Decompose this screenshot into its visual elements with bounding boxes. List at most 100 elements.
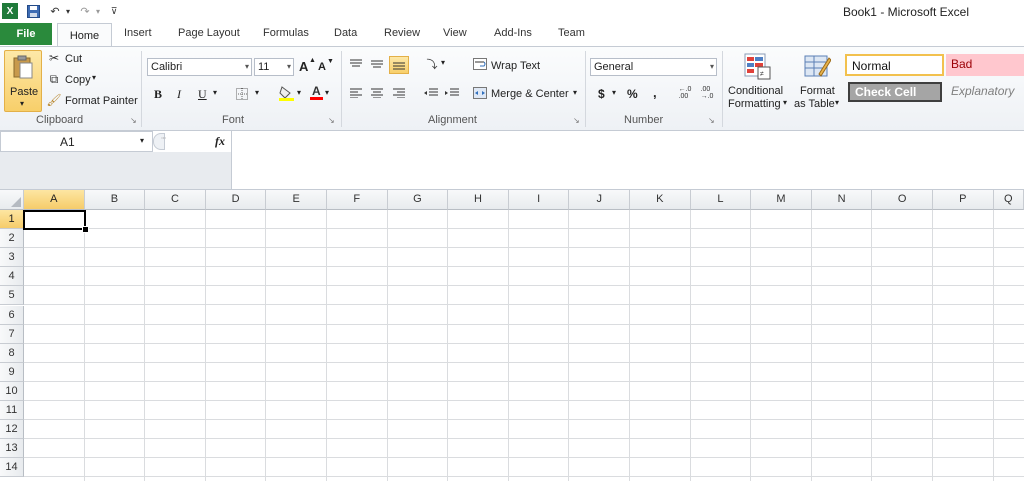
merge-dropdown-icon[interactable]: ▾ xyxy=(573,88,577,97)
copy-button[interactable]: Copy xyxy=(65,74,91,86)
top-align-icon[interactable] xyxy=(348,57,364,71)
percent-button[interactable]: % xyxy=(627,87,638,101)
conditional-formatting-label-2[interactable]: Formatting xyxy=(728,98,781,110)
format-as-table-dropdown-icon[interactable]: ▾ xyxy=(835,98,839,107)
table-row[interactable] xyxy=(24,439,1024,459)
column-header-l[interactable]: L xyxy=(690,190,752,210)
redo-dropdown-icon[interactable]: ▾ xyxy=(93,3,103,19)
row-header-1[interactable]: 1 xyxy=(0,210,24,230)
format-as-table-label-1[interactable]: Format xyxy=(800,85,835,97)
table-row[interactable] xyxy=(24,458,1024,478)
wrap-text-button[interactable]: Wrap Text xyxy=(491,60,540,72)
align-right-icon[interactable] xyxy=(391,86,407,100)
row-header-11[interactable]: 11 xyxy=(0,401,24,421)
table-row[interactable] xyxy=(24,229,1024,249)
table-row[interactable] xyxy=(24,401,1024,421)
conditional-formatting-label-1[interactable]: Conditional xyxy=(728,85,783,97)
column-header-n[interactable]: N xyxy=(811,190,873,210)
column-header-b[interactable]: B xyxy=(84,190,146,210)
table-row[interactable] xyxy=(24,267,1024,287)
font-name-select[interactable]: Calibri ▾ xyxy=(147,58,252,76)
fill-handle[interactable] xyxy=(82,226,89,233)
column-header-o[interactable]: O xyxy=(872,190,933,210)
row-header-4[interactable]: 4 xyxy=(0,267,24,287)
comma-button[interactable]: , xyxy=(653,85,657,100)
row-header-8[interactable]: 8 xyxy=(0,343,24,363)
formula-input[interactable] xyxy=(231,131,1024,189)
name-box[interactable]: A1 ▾ xyxy=(0,131,153,152)
column-header-f[interactable]: F xyxy=(327,190,388,210)
currency-button[interactable]: $ xyxy=(598,87,605,101)
underline-dropdown-icon[interactable]: ▾ xyxy=(213,88,217,97)
style-normal[interactable]: Normal xyxy=(845,54,944,76)
copy-dropdown-icon[interactable]: ▾ xyxy=(92,73,96,82)
table-row[interactable] xyxy=(24,363,1024,382)
tab-formulas[interactable]: Formulas xyxy=(263,27,309,39)
column-header-g[interactable]: G xyxy=(387,190,449,210)
align-center-icon[interactable] xyxy=(369,86,385,100)
tab-page-layout[interactable]: Page Layout xyxy=(178,27,240,39)
tab-add-ins[interactable]: Add-Ins xyxy=(494,27,532,39)
number-format-select[interactable]: General ▾ xyxy=(590,58,717,76)
row-header-10[interactable]: 10 xyxy=(0,381,24,401)
style-check-cell[interactable]: Check Cell xyxy=(848,82,942,102)
borders-dropdown-icon[interactable]: ▾ xyxy=(255,88,259,97)
column-header-e[interactable]: E xyxy=(266,190,327,210)
column-header-i[interactable]: I xyxy=(508,190,570,210)
tab-data[interactable]: Data xyxy=(334,27,357,39)
increase-indent-icon[interactable] xyxy=(444,86,460,100)
column-header-m[interactable]: M xyxy=(751,190,812,210)
font-size-select[interactable]: 11 ▾ xyxy=(254,58,294,76)
fill-color-dropdown-icon[interactable]: ▾ xyxy=(297,88,301,97)
row-header-6[interactable]: 6 xyxy=(0,305,24,325)
increase-decimal-icon[interactable]: ←.0.00 xyxy=(676,84,694,102)
undo-icon[interactable]: ↶ xyxy=(48,3,62,19)
worksheet-grid[interactable]: ABCDEFGHIJKLMNOPQ 1 2 3 4 5 6 7 8 9 10 11 12 13 14 xyxy=(0,190,1024,481)
row-header-3[interactable]: 3 xyxy=(0,248,24,268)
orientation-dropdown-icon[interactable]: ▾ xyxy=(441,58,445,67)
table-row[interactable] xyxy=(24,382,1024,401)
table-row[interactable] xyxy=(24,325,1024,344)
column-header-h[interactable]: H xyxy=(448,190,509,210)
table-row[interactable] xyxy=(24,306,1024,325)
fill-color-icon[interactable] xyxy=(278,85,294,101)
style-bad[interactable]: Bad xyxy=(946,54,1024,76)
orientation-icon[interactable]: ⤵ xyxy=(423,57,441,71)
font-launcher-icon[interactable]: ↘ xyxy=(328,117,336,125)
save-icon[interactable] xyxy=(26,3,40,19)
table-row[interactable] xyxy=(24,344,1024,363)
bottom-align-icon[interactable] xyxy=(389,56,409,74)
merge-center-icon[interactable] xyxy=(472,86,488,100)
tab-home[interactable]: Home xyxy=(57,23,112,47)
shrink-font-button[interactable]: A xyxy=(318,61,326,73)
font-color-icon[interactable]: A xyxy=(309,84,323,100)
column-header-q[interactable]: Q xyxy=(993,190,1024,210)
underline-button[interactable]: U xyxy=(198,87,207,102)
row-header-12[interactable]: 12 xyxy=(0,420,24,440)
tab-review[interactable]: Review xyxy=(384,27,420,39)
column-header-c[interactable]: C xyxy=(145,190,206,210)
style-explanatory[interactable]: Explanatory xyxy=(946,81,1024,103)
column-header-j[interactable]: J xyxy=(569,190,630,210)
tab-insert[interactable]: Insert xyxy=(124,27,152,39)
format-painter-icon[interactable]: 🖌 xyxy=(46,93,61,107)
tab-team[interactable]: Team xyxy=(558,27,585,39)
alignment-launcher-icon[interactable]: ↘ xyxy=(573,117,581,125)
row-header-14[interactable]: 14 xyxy=(0,458,24,478)
align-left-icon[interactable] xyxy=(348,86,364,100)
column-header-d[interactable]: D xyxy=(205,190,267,210)
table-row[interactable] xyxy=(24,420,1024,440)
cut-button[interactable]: Cut xyxy=(65,53,82,65)
middle-align-icon[interactable] xyxy=(369,57,385,71)
insert-function-button[interactable]: fx xyxy=(215,134,225,149)
undo-dropdown-icon[interactable]: ▾ xyxy=(63,3,73,19)
column-header-k[interactable]: K xyxy=(630,190,691,210)
currency-dropdown-icon[interactable]: ▾ xyxy=(612,88,616,97)
name-box-dropdown-icon[interactable]: ▾ xyxy=(140,136,144,145)
customize-qat-icon[interactable]: ⊽ xyxy=(108,3,120,19)
clipboard-launcher-icon[interactable]: ↘ xyxy=(130,117,138,125)
format-as-table-label-2[interactable]: as Table xyxy=(794,98,835,110)
merge-center-button[interactable]: Merge & Center xyxy=(491,88,569,100)
row-header-13[interactable]: 13 xyxy=(0,439,24,459)
format-painter-button[interactable]: Format Painter xyxy=(65,95,138,107)
